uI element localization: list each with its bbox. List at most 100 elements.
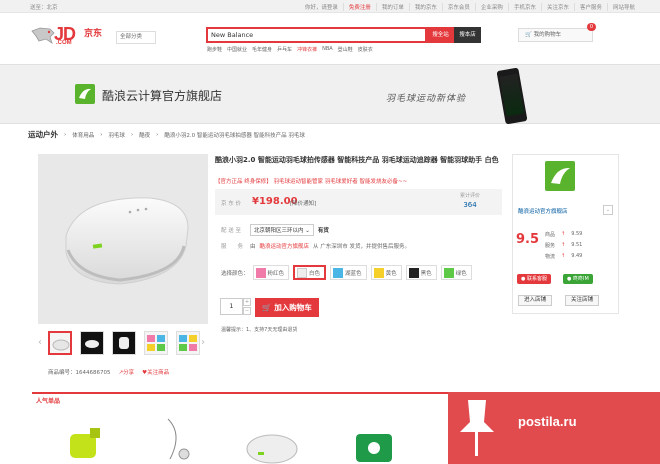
cart-icon: 🛒 [525, 32, 532, 38]
purchase-tips: 温馨提示：1、支持7天无理由退货 [221, 327, 298, 333]
enterprise-link[interactable]: 企业采购 [474, 3, 508, 11]
chat-icon: ● [567, 276, 572, 282]
watermark-banner: postila.ru [448, 392, 660, 464]
thumbnail[interactable] [112, 331, 136, 355]
thumbnail[interactable] [48, 331, 72, 355]
quantity-increase-button[interactable]: + [243, 298, 251, 306]
popular-item-image[interactable] [240, 414, 300, 464]
search-box [206, 27, 427, 43]
jd-dog-icon [31, 27, 55, 44]
delivery-location[interactable]: 送至：北京 [30, 3, 58, 11]
contact-service-badge[interactable]: ● 联系客服 [517, 274, 551, 284]
register-link[interactable]: 免费注册 [342, 3, 376, 11]
color-option-yellow[interactable]: 黄色 [370, 265, 402, 280]
product-promo: 【官方正品 终身保修】 羽毛球运动智能管家 羽毛球爱好者 智能发烧友必备~~ [215, 179, 408, 185]
customer-service-link[interactable]: 客户服务 [573, 3, 607, 11]
all-categories-button[interactable]: 全部分类 [116, 31, 156, 44]
hot-word[interactable]: 登山鞋 [338, 46, 353, 53]
my-jd-link[interactable]: 我的京东 [408, 3, 442, 11]
search-all-button[interactable]: 搜全站 [427, 27, 454, 43]
store-panel-name[interactable]: 酷浪运动官方旗舰店 [518, 207, 568, 215]
color-option-pink[interactable]: 粉红色 [252, 265, 290, 280]
popular-item-image[interactable] [148, 414, 208, 464]
review-label: 累计评价 [459, 193, 480, 199]
breadcrumb-item: 酷浪小羽2.0 智能运动羽毛球拍感器 智能科技产品 羽毛球 [164, 132, 305, 139]
site-nav-link[interactable]: 网站导航 [606, 3, 640, 11]
im-badge[interactable]: ● 咚咚IM [563, 274, 593, 284]
thumbnail[interactable] [80, 331, 104, 355]
hot-words: 跑步鞋 中国就业 毛年健身 乒乓车 冲锋衣裤 NBA 登山鞋 皮肤衣 [207, 46, 373, 53]
rating-row: 商品 ↑ 9.59 [545, 231, 583, 238]
thumbnail[interactable] [144, 331, 168, 355]
hot-word[interactable]: 毛年健身 [252, 46, 272, 53]
breadcrumb-item[interactable]: 羽毛球 [108, 131, 125, 139]
jd-member-link[interactable]: 京东会员 [441, 3, 475, 11]
search-input[interactable] [208, 29, 425, 41]
store-panel: 酷浪运动官方旗舰店 ⌄ 9.5 商品 ↑ 9.59 服务 ↑ 9.51 物流 ↑ 9.49 … [512, 154, 619, 314]
price-box: 京 东 价 ¥198.00 [降价通知] 累计评价 364 [215, 189, 502, 215]
chevron-right-icon: › [100, 131, 103, 138]
search-store-button[interactable]: 搜本店 [454, 27, 481, 43]
delivery-label: 配 送 至 [221, 228, 241, 234]
popular-item-image[interactable] [344, 414, 404, 464]
color-option-green[interactable]: 绿色 [440, 265, 472, 280]
review-summary[interactable]: 累计评价 364 [450, 192, 490, 209]
thumb-prev-arrow-icon[interactable]: ‹ [38, 337, 42, 348]
hot-word[interactable]: 跑步鞋 [207, 46, 222, 53]
phone-image [496, 67, 528, 125]
popular-item-image[interactable] [60, 414, 120, 464]
store-name[interactable]: 酷浪云计算官方旗舰店 [102, 87, 222, 104]
store-panel-logo-icon[interactable] [545, 161, 575, 191]
hot-word[interactable]: 皮肤衣 [358, 46, 373, 53]
delivery-row: 配 送 至 北京朝阳区三环以内 ⌄ 有货 [221, 224, 329, 236]
color-option-black[interactable]: 黑色 [405, 265, 437, 280]
follow-product-link[interactable]: ♥关注商品 [142, 368, 169, 376]
hot-word[interactable]: 乒乓车 [277, 46, 292, 53]
service-row: 服 务 由 酷浪运动官方旗舰店 从 广东深圳市 发货，并提供售后服务。 [221, 242, 410, 250]
item-number: 商品编号：1644686705 [48, 370, 111, 376]
breadcrumb-item[interactable]: 体育用品 [72, 131, 94, 139]
product-main-image[interactable] [38, 154, 208, 324]
follow-store-button[interactable]: 关注店铺 [565, 295, 600, 306]
store-logo-icon[interactable] [75, 84, 95, 104]
color-label: 选择颜色： [221, 270, 249, 277]
color-option-white[interactable]: 白色 [293, 265, 327, 280]
top-menu: 你好，请登录 免费注册 我的订单 我的京东 京东会员 企业采购 手机京东 关注京… [300, 3, 640, 11]
service-label: 服 务 [221, 244, 244, 250]
thumbnail[interactable] [176, 331, 200, 355]
item-meta: 商品编号：1644686705 ↗分享 ♥关注商品 [48, 368, 169, 376]
logo-domain-text: .COM [56, 40, 72, 46]
chevron-down-icon[interactable]: ⌄ [603, 205, 613, 215]
top-bar: 送至：北京 你好，请登录 免费注册 我的订单 我的京东 京东会员 企业采购 手机… [0, 0, 660, 13]
jd-logo[interactable]: JD .COM 京东 [30, 22, 106, 50]
quantity-decrease-button[interactable]: − [243, 307, 251, 315]
thumbnail-strip [48, 331, 200, 355]
arrow-up-icon: ↑ [561, 242, 566, 248]
breadcrumb-item[interactable]: 酷夜 [139, 131, 150, 139]
chat-icon: ● [521, 276, 526, 282]
mobile-jd-link[interactable]: 手机京东 [507, 3, 541, 11]
hot-word[interactable]: NBA [322, 46, 333, 53]
breadcrumb-item[interactable]: 运动户外 [28, 129, 58, 140]
color-selector: 选择颜色： 粉红色 白色 湖蓝色 黄色 黑色 绿色 [221, 265, 472, 280]
add-to-cart-button[interactable]: 🛒 加入购物车 [255, 298, 319, 317]
follow-jd-link[interactable]: 关注京东 [540, 3, 574, 11]
color-option-blue[interactable]: 湖蓝色 [330, 265, 367, 280]
service-prefix: 由 [250, 244, 256, 250]
price-label: 京 东 价 [221, 201, 241, 207]
store-score: 9.5 [516, 232, 540, 247]
store-banner: 酷浪云计算官方旗舰店 羽毛球运动新体验 [0, 64, 660, 125]
chevron-right-icon: › [156, 131, 159, 138]
seller-link[interactable]: 酷浪运动官方旗舰店 [260, 242, 310, 250]
thumb-next-arrow-icon[interactable]: › [201, 337, 205, 348]
quantity-input[interactable]: 1 [220, 298, 243, 315]
price-notify-link[interactable]: [降价通知] [290, 199, 316, 207]
hot-word[interactable]: 冲锋衣裤 [297, 46, 317, 53]
share-link[interactable]: ↗分享 [119, 368, 135, 376]
cart-button[interactable]: 🛒 我的购物车 0 [518, 23, 596, 42]
address-select[interactable]: 北京朝阳区三环以内 ⌄ [250, 224, 314, 236]
my-orders-link[interactable]: 我的订单 [375, 3, 409, 11]
login-link[interactable]: 你好，请登录 [300, 3, 343, 11]
enter-store-button[interactable]: 进入店铺 [518, 295, 553, 306]
hot-word[interactable]: 中国就业 [227, 46, 247, 53]
